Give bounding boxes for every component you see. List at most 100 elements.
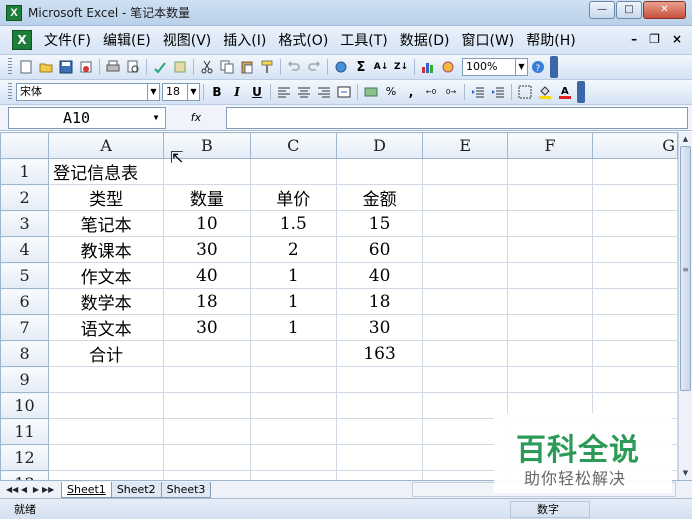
row-header[interactable]: 13 (0, 470, 50, 480)
menu-file[interactable]: 文件(F) (38, 30, 97, 50)
cell-a3[interactable]: 笔记本 (48, 210, 165, 237)
copy-icon[interactable] (219, 59, 235, 75)
permission-icon[interactable] (78, 59, 94, 75)
cell-a5[interactable]: 作文本 (48, 262, 165, 289)
last-sheet-icon[interactable]: ▶▶ (42, 485, 54, 494)
cell-f8[interactable] (507, 340, 593, 367)
format-painter-icon[interactable] (259, 59, 275, 75)
menu-data[interactable]: 数据(D) (394, 30, 456, 50)
cell-g6[interactable] (591, 288, 678, 315)
cell-b6[interactable]: 18 (163, 288, 251, 315)
cell-b10[interactable] (163, 392, 251, 419)
cell-d9[interactable] (335, 366, 424, 393)
cell-d6[interactable]: 18 (335, 288, 424, 315)
drawing-icon[interactable] (440, 59, 456, 75)
close-button[interactable]: ✕ (643, 1, 686, 19)
sheet-tab-2[interactable]: Sheet2 (110, 481, 162, 498)
comma-style-icon[interactable]: , (403, 84, 419, 100)
column-header[interactable]: D (335, 132, 424, 159)
menu-insert[interactable]: 插入(I) (217, 30, 272, 50)
font-size-select[interactable]: 18 (162, 83, 188, 101)
cut-icon[interactable] (199, 59, 215, 75)
doc-restore-icon[interactable]: ❐ (649, 32, 660, 46)
cell-e2[interactable] (422, 184, 509, 211)
cell-c6[interactable]: 1 (249, 288, 337, 315)
cell-b7[interactable]: 30 (163, 314, 251, 341)
zoom-dropdown-icon[interactable]: ▼ (516, 58, 528, 76)
align-center-icon[interactable] (296, 84, 312, 100)
scroll-up-icon[interactable]: ▲ (680, 133, 691, 145)
row-header[interactable]: 2 (0, 184, 50, 211)
first-sheet-icon[interactable]: ◀◀ (6, 485, 18, 494)
align-right-icon[interactable] (316, 84, 332, 100)
next-sheet-icon[interactable]: ▶ (30, 485, 42, 494)
doc-minimize-icon[interactable]: – (631, 32, 637, 46)
cell-g4[interactable] (591, 236, 678, 263)
print-icon[interactable] (105, 59, 121, 75)
cell-e8[interactable] (422, 340, 509, 367)
cell-c13[interactable] (249, 470, 337, 480)
maximize-button[interactable]: □ (616, 1, 642, 19)
cell-g2[interactable] (591, 184, 678, 211)
cell-a13[interactable] (48, 470, 165, 480)
cell-d2[interactable]: 金额 (335, 184, 424, 211)
cell-f4[interactable] (507, 236, 593, 263)
cell-b9[interactable] (163, 366, 251, 393)
cell-a6[interactable]: 数学本 (48, 288, 165, 315)
cell-e4[interactable] (422, 236, 509, 263)
menu-format[interactable]: 格式(O) (272, 30, 334, 50)
sort-ascending-icon[interactable]: A↓ (373, 59, 389, 75)
percent-button[interactable]: % (382, 83, 400, 101)
increase-indent-icon[interactable] (490, 84, 506, 100)
row-header[interactable]: 6 (0, 288, 50, 315)
column-header[interactable]: F (507, 132, 593, 159)
formula-input[interactable] (226, 106, 688, 129)
row-header[interactable]: 5 (0, 262, 50, 289)
cell-b12[interactable] (163, 444, 251, 471)
column-header[interactable]: A (48, 132, 165, 159)
cell-d1[interactable] (335, 158, 424, 185)
chart-wizard-icon[interactable] (420, 59, 436, 75)
cell-a11[interactable] (48, 418, 165, 445)
menu-window[interactable]: 窗口(W) (456, 30, 521, 50)
cell-b8[interactable] (163, 340, 251, 367)
font-color-icon[interactable]: A (557, 84, 573, 100)
help-icon[interactable]: ? (530, 59, 546, 75)
font-name-select[interactable]: 宋体 (16, 83, 148, 101)
cell-d11[interactable] (335, 418, 424, 445)
print-preview-icon[interactable] (125, 59, 141, 75)
toolbar-options-icon[interactable] (550, 56, 558, 78)
cell-c4[interactable]: 2 (249, 236, 337, 263)
minimize-button[interactable]: — (589, 1, 615, 19)
cell-b3[interactable]: 10 (163, 210, 251, 237)
italic-button[interactable]: I (228, 83, 246, 101)
cell-g5[interactable] (591, 262, 678, 289)
sheet-tab-3[interactable]: Sheet3 (160, 481, 212, 498)
row-header[interactable]: 11 (0, 418, 50, 445)
underline-button[interactable]: U (248, 83, 266, 101)
cell-b2[interactable]: 数量 (163, 184, 251, 211)
cell-f2[interactable] (507, 184, 593, 211)
currency-icon[interactable] (363, 84, 379, 100)
redo-icon[interactable] (306, 59, 322, 75)
cell-d10[interactable] (335, 392, 424, 419)
document-icon[interactable]: X (12, 30, 32, 50)
cell-a10[interactable] (48, 392, 165, 419)
row-header[interactable]: 10 (0, 392, 50, 419)
cell-b4[interactable]: 30 (163, 236, 251, 263)
cell-e9[interactable] (422, 366, 509, 393)
cell-c11[interactable] (249, 418, 337, 445)
cell-g9[interactable] (591, 366, 678, 393)
cell-c10[interactable] (249, 392, 337, 419)
cell-d3[interactable]: 15 (335, 210, 424, 237)
cell-c3[interactable]: 1.5 (249, 210, 337, 237)
cell-e7[interactable] (422, 314, 509, 341)
cell-d7[interactable]: 30 (335, 314, 424, 341)
align-left-icon[interactable] (276, 84, 292, 100)
row-header[interactable]: 4 (0, 236, 50, 263)
cell-d5[interactable]: 40 (335, 262, 424, 289)
name-box-dropdown-icon[interactable]: ▼ (149, 110, 163, 126)
cell-a2[interactable]: 类型 (48, 184, 165, 211)
cell-d4[interactable]: 60 (335, 236, 424, 263)
toolbar-grip[interactable] (8, 58, 12, 76)
